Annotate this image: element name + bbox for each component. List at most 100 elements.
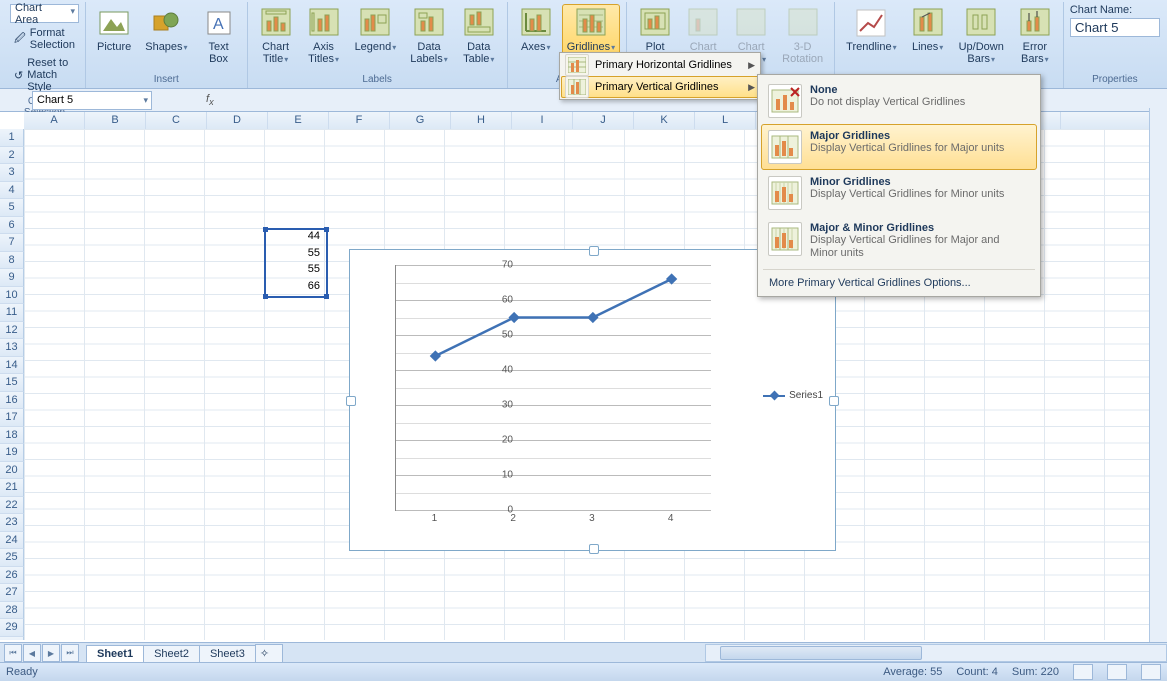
column-header[interactable]: E (268, 112, 329, 129)
row-header[interactable]: 8 (0, 252, 24, 270)
y-tick-label: 70 (493, 260, 513, 271)
updown-bars-button[interactable]: Up/Down Bars (954, 4, 1009, 68)
column-header[interactable]: J (573, 112, 634, 129)
primary-vertical-gridlines-item[interactable]: Primary Vertical Gridlines ▶ (561, 76, 759, 98)
row-header[interactable]: 13 (0, 339, 24, 357)
horizontal-scrollbar[interactable] (705, 644, 1167, 662)
tab-nav-next[interactable]: ▶ (42, 644, 60, 662)
option-minor[interactable]: Minor GridlinesDisplay Vertical Gridline… (761, 170, 1037, 216)
chart-legend[interactable]: Series1 (763, 390, 823, 401)
column-header[interactable]: A (24, 112, 85, 129)
none-icon (768, 84, 802, 118)
option-title: Major & Minor Gridlines (810, 222, 1030, 234)
row-header[interactable]: 3 (0, 164, 24, 182)
row-header[interactable]: 11 (0, 304, 24, 322)
row-header[interactable]: 9 (0, 269, 24, 287)
row-header[interactable]: 28 (0, 602, 24, 620)
primary-horizontal-gridlines-item[interactable]: Primary Horizontal Gridlines ▶ (561, 54, 759, 76)
plot-area[interactable] (395, 265, 711, 511)
3d-rotation-button: 3-D Rotation (777, 4, 828, 68)
menu-item-label: Primary Vertical Gridlines (595, 81, 718, 93)
chart-element-selector[interactable]: Chart Area (10, 4, 79, 23)
row-header[interactable]: 12 (0, 322, 24, 340)
row-header[interactable]: 30 (0, 637, 24, 641)
row-header[interactable]: 21 (0, 479, 24, 497)
row-header[interactable]: 27 (0, 584, 24, 602)
option-both[interactable]: Major & Minor GridlinesDisplay Vertical … (761, 216, 1037, 266)
column-header[interactable]: F (329, 112, 390, 129)
legend-button[interactable]: Legend (350, 4, 402, 56)
column-header[interactable]: B (85, 112, 146, 129)
row-header[interactable]: 1 (0, 129, 24, 147)
row-header[interactable]: 10 (0, 287, 24, 305)
data-labels-button[interactable]: Data Labels (405, 4, 452, 68)
column-header[interactable]: C (146, 112, 207, 129)
picture-button[interactable]: Picture (92, 4, 136, 56)
sheet-tab[interactable]: Sheet2 (143, 645, 200, 662)
row-header[interactable]: 17 (0, 409, 24, 427)
chart-title-button[interactable]: Chart Title (254, 4, 298, 68)
vertical-scrollbar[interactable] (1149, 108, 1167, 643)
more-options-item[interactable]: More Primary Vertical Gridlines Options.… (761, 273, 1037, 293)
axis-titles-button[interactable]: Axis Titles (302, 4, 346, 68)
row-header[interactable]: 19 (0, 444, 24, 462)
resize-handle[interactable] (589, 544, 599, 554)
trendline-button[interactable]: Trendline (841, 4, 901, 56)
name-box[interactable]: Chart 5 (32, 91, 152, 110)
column-header[interactable]: G (390, 112, 451, 129)
text-box-button[interactable]: AText Box (197, 4, 241, 68)
row-header[interactable]: 23 (0, 514, 24, 532)
column-header[interactable]: L (695, 112, 756, 129)
row-header[interactable]: 29 (0, 619, 24, 637)
row-header[interactable]: 6 (0, 217, 24, 235)
column-header[interactable]: H (451, 112, 512, 129)
view-layout-button[interactable] (1107, 664, 1127, 680)
x-tick-label: 2 (510, 513, 516, 524)
row-header[interactable]: 15 (0, 374, 24, 392)
row-header[interactable]: 18 (0, 427, 24, 445)
resize-handle[interactable] (829, 396, 839, 406)
gridlines-button[interactable]: Gridlines (562, 4, 620, 56)
option-none[interactable]: NoneDo not display Vertical Gridlines (761, 78, 1037, 124)
resize-handle[interactable] (346, 396, 356, 406)
tab-nav-prev[interactable]: ◀ (23, 644, 41, 662)
column-header[interactable]: I (512, 112, 573, 129)
row-header[interactable]: 26 (0, 567, 24, 585)
row-header[interactable]: 22 (0, 497, 24, 515)
option-title: None (810, 84, 965, 96)
row-header[interactable]: 7 (0, 234, 24, 252)
new-sheet-button[interactable]: ✧ (255, 644, 283, 662)
reset-match-style-button[interactable]: ↺ Reset to Match Style (10, 55, 79, 95)
shapes-button[interactable]: Shapes (140, 4, 192, 56)
group-label: Labels (254, 73, 501, 86)
row-header[interactable]: 5 (0, 199, 24, 217)
sheet-tab[interactable]: Sheet1 (86, 645, 144, 662)
view-pagebreak-button[interactable] (1141, 664, 1161, 680)
resize-handle[interactable] (589, 246, 599, 256)
row-header[interactable]: 24 (0, 532, 24, 550)
row-header[interactable]: 20 (0, 462, 24, 480)
column-header[interactable]: K (634, 112, 695, 129)
fx-icon[interactable]: fx (206, 93, 214, 107)
x-tick-label: 1 (432, 513, 438, 524)
row-header[interactable]: 16 (0, 392, 24, 410)
tab-nav-first[interactable]: ⏮ (4, 644, 22, 662)
row-header[interactable]: 2 (0, 147, 24, 165)
column-header[interactable]: D (207, 112, 268, 129)
view-normal-button[interactable] (1073, 664, 1093, 680)
data-table-button[interactable]: Data Table (457, 4, 501, 68)
lines-button[interactable]: Lines (906, 4, 950, 56)
sheet-tab[interactable]: Sheet3 (199, 645, 256, 662)
scroll-thumb[interactable] (720, 646, 922, 660)
chart-name-input[interactable] (1070, 18, 1160, 37)
y-tick-label: 20 (493, 435, 513, 446)
error-bars-button[interactable]: Error Bars (1013, 4, 1057, 68)
row-header[interactable]: 4 (0, 182, 24, 200)
option-major[interactable]: Major GridlinesDisplay Vertical Gridline… (761, 124, 1037, 170)
axes-button[interactable]: Axes (514, 4, 558, 56)
row-header[interactable]: 14 (0, 357, 24, 375)
row-headers[interactable]: 1234567891011121314151617181920212223242… (0, 129, 24, 640)
row-header[interactable]: 25 (0, 549, 24, 567)
tab-nav-last[interactable]: ⏭ (61, 644, 79, 662)
format-selection-button[interactable]: 🖉 Format Selection (10, 25, 79, 53)
